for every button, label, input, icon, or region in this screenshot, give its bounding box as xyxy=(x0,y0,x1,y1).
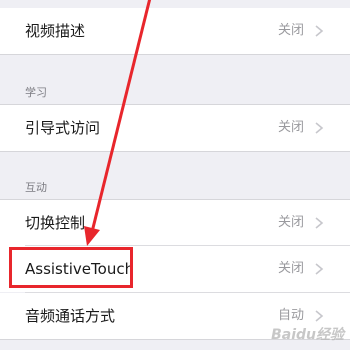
pointer-arrow-icon xyxy=(84,0,152,246)
watermark: Baidu经验 xyxy=(271,327,344,343)
